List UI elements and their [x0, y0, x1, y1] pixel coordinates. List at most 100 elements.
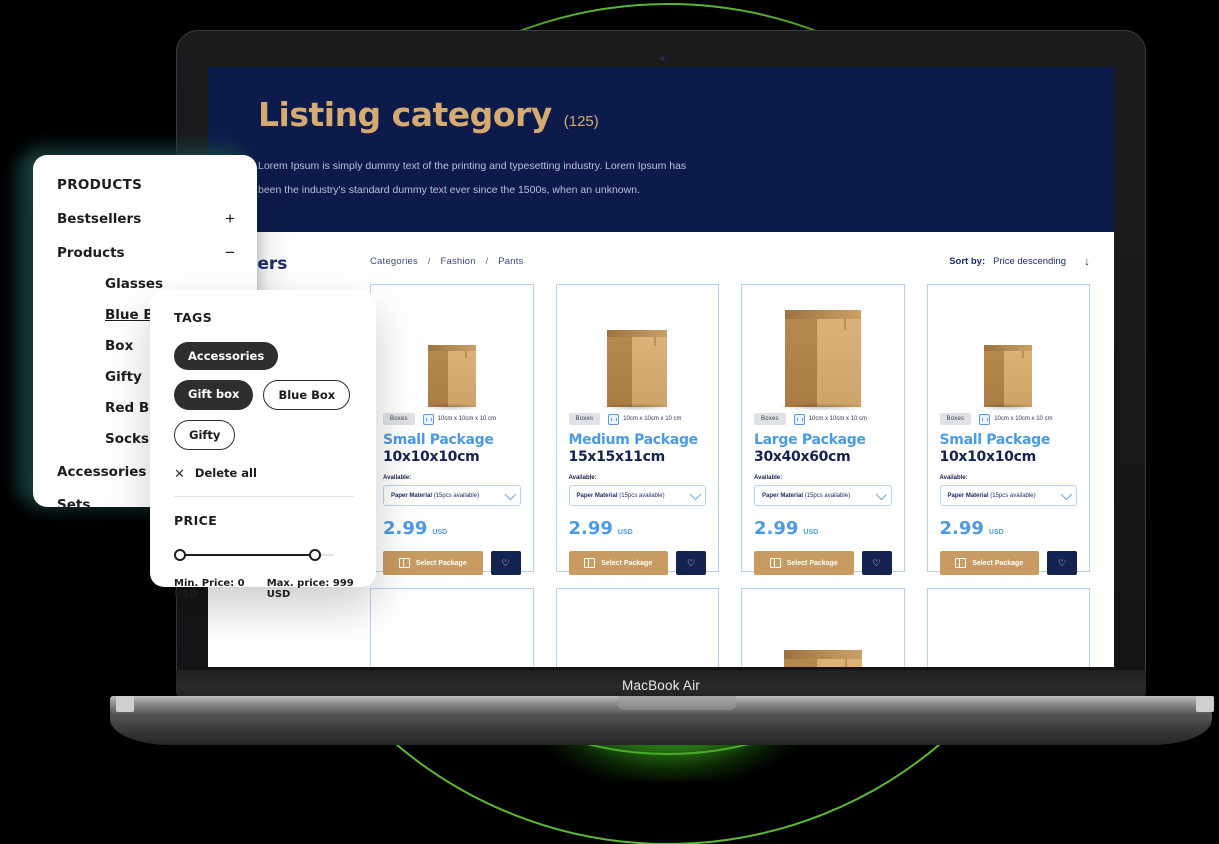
product-card[interactable]: Boxes 10cm x 10cm x 10 cm Small Package 10x…: [370, 284, 534, 576]
material-note: (15pcs available): [990, 492, 1036, 499]
select-package-button[interactable]: Select Package: [383, 551, 483, 576]
favorite-button[interactable]: ♡: [861, 551, 892, 576]
product-currency: USD: [803, 529, 819, 537]
product-tags: Boxes 10cm x 10cm x 10 cm: [939, 413, 1078, 426]
price-row: 2.99 USD: [754, 518, 892, 539]
favorite-button[interactable]: ♡: [490, 551, 521, 576]
device-label: MacBook Air: [622, 677, 700, 693]
favorite-button[interactable]: ♡: [676, 551, 706, 576]
minus-icon[interactable]: −: [225, 244, 235, 261]
heart-icon: ♡: [1057, 557, 1067, 568]
hero-section: Listing category (125) Lorem Ipsum is si…: [208, 67, 1114, 233]
dimension-text: 10cm x 10cm x 10 cm: [808, 416, 868, 423]
min-price-label: Min. Price: 0 USD: [174, 578, 245, 600]
product-price: 2.99: [568, 518, 613, 540]
box-front-face: [632, 337, 668, 408]
category-badge: Boxes: [754, 413, 786, 426]
box-seam: [653, 337, 656, 347]
select-package-button[interactable]: Select Package: [939, 551, 1039, 576]
breadcrumb-item-fashion[interactable]: Fashion: [440, 256, 475, 267]
material-select[interactable]: Paper Material (15pcs available): [568, 485, 706, 507]
tag-chip[interactable]: Accessories: [174, 342, 279, 370]
material-select[interactable]: Paper Material (15pcs available): [754, 485, 892, 507]
box-left-face: [784, 319, 817, 408]
sort-descending-arrow-icon[interactable]: ↓: [1084, 254, 1090, 268]
availability-label: Available:: [383, 475, 412, 482]
box-left-face: [427, 351, 448, 408]
heart-icon: ♡: [501, 557, 510, 568]
product-card[interactable]: [555, 588, 719, 667]
availability-label: Available:: [939, 475, 968, 482]
material-note: (15pcs available): [433, 492, 480, 499]
breadcrumb-item-categories[interactable]: Categories: [370, 256, 418, 267]
select-package-button[interactable]: Select Package: [568, 551, 668, 576]
box-seam: [1021, 351, 1024, 359]
products-card-group-label: Bestsellers: [57, 210, 142, 227]
chevron-down-icon: [1060, 488, 1073, 501]
tag-chip[interactable]: Blue Box: [263, 380, 351, 410]
tag-chip[interactable]: Gifty: [174, 420, 236, 450]
product-price: 2.99: [383, 518, 428, 540]
select-package-button[interactable]: Select Package: [754, 551, 854, 576]
dimension-tag: 10cm x 10cm x 10 cm: [979, 413, 1053, 425]
product-currency: USD: [617, 529, 633, 537]
product-name: Small Package: [939, 432, 1051, 449]
laptop-notch: [618, 696, 736, 710]
box-dimensions-icon: [979, 413, 991, 425]
material-select-value: Paper Material (15pcs available): [948, 493, 1036, 499]
product-card[interactable]: Boxes 10cm x 10cm x 10 cm Large Package 30x…: [741, 284, 905, 576]
product-card[interactable]: Boxes 10cm x 10cm x 10 cm Medium Package 15…: [555, 284, 719, 576]
favorite-button[interactable]: ♡: [1047, 551, 1077, 576]
package-box-illustration: [421, 345, 482, 412]
products-card-group-label: Accessories: [57, 464, 147, 480]
material-select[interactable]: Paper Material (15pcs available): [383, 485, 521, 507]
gift-box-icon: [955, 558, 967, 569]
dimension-text: 10cm x 10cm x 10 cm: [994, 416, 1053, 423]
material-select-value: Paper Material (15pcs available): [391, 493, 479, 499]
product-size: 30x40x60cm: [754, 449, 851, 466]
material-select[interactable]: Paper Material (15pcs available): [939, 485, 1077, 507]
page-title: Listing category: [258, 95, 552, 134]
material-name: Paper Material: [391, 492, 433, 499]
product-card[interactable]: [370, 588, 534, 667]
products-card-group[interactable]: Bestsellers +: [57, 210, 235, 227]
product-card[interactable]: Boxes 10cm x 10cm x 10 cm Small Package 10x…: [926, 284, 1090, 576]
price-slider-max-handle[interactable]: [309, 549, 321, 561]
breadcrumb-item-pants[interactable]: Pants: [498, 256, 523, 267]
product-size: 10x10x10cm: [383, 449, 480, 466]
price-slider-min-handle[interactable]: [174, 549, 186, 561]
box-shadow: [421, 403, 482, 412]
product-price: 2.99: [754, 518, 799, 540]
product-card[interactable]: [926, 588, 1090, 667]
result-count: (125): [563, 113, 599, 130]
material-name: Paper Material: [576, 492, 618, 499]
breadcrumb-separator: /: [485, 255, 489, 267]
material-note: (15pcs available): [804, 492, 851, 499]
box-seam: [844, 319, 847, 331]
products-card-group[interactable]: Products −: [57, 244, 235, 261]
sort-control[interactable]: Sort by: Price descending ↓: [949, 254, 1090, 268]
price-range-slider[interactable]: [174, 548, 354, 562]
tag-chip-list: Accessories Gift box Blue Box Gifty: [174, 342, 354, 450]
sort-value[interactable]: Price descending: [993, 256, 1066, 267]
heart-icon: ♡: [872, 557, 881, 568]
product-image: [940, 601, 1078, 667]
product-size: 10x10x10cm: [939, 449, 1037, 466]
select-package-label: Select Package: [415, 559, 467, 567]
webcam-icon: [660, 56, 665, 61]
box-shadow: [978, 403, 1039, 412]
product-actions: Select Package ♡: [568, 551, 706, 576]
dimension-tag: 10cm x 10cm x 10 cm: [608, 413, 682, 425]
plus-icon[interactable]: +: [225, 210, 235, 227]
delete-all-button[interactable]: ✕ Delete all: [174, 466, 354, 480]
product-card[interactable]: [741, 588, 905, 667]
chevron-down-icon: [689, 488, 702, 501]
chevron-down-icon: [504, 488, 516, 501]
chevron-down-icon: [875, 488, 887, 501]
box-front-face: [816, 659, 862, 667]
box-dimensions-icon: [793, 413, 805, 425]
package-box-illustration: [599, 330, 675, 412]
tag-chip[interactable]: Gift box: [174, 380, 254, 410]
breadcrumb-separator: /: [427, 255, 431, 267]
tags-card-divider: [174, 496, 354, 497]
